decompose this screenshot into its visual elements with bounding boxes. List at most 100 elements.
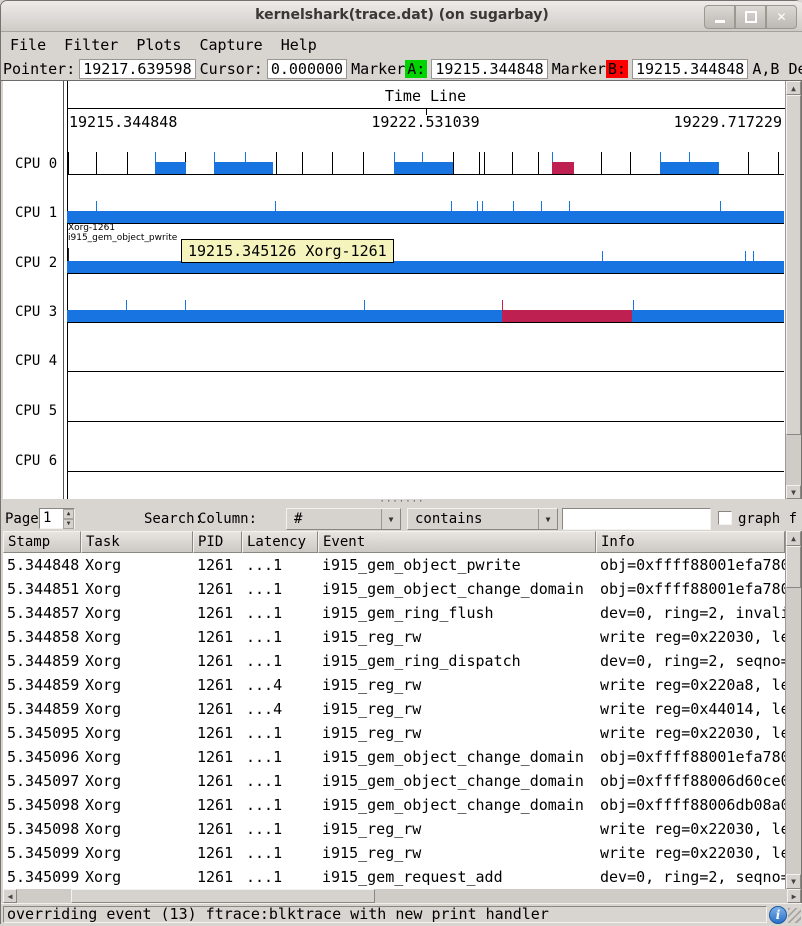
task-bar[interactable]: [660, 162, 719, 174]
task-bar[interactable]: [552, 162, 574, 174]
event-tick[interactable]: [363, 152, 364, 174]
table-row[interactable]: 5.345097Xorg1261...1i915_gem_object_chan…: [3, 769, 785, 793]
scroll-up-arrow-icon[interactable]: ▲: [786, 531, 801, 546]
graph-vscroll-thumb[interactable]: [786, 95, 801, 435]
match-select[interactable]: contains ▼: [407, 508, 558, 530]
event-tick[interactable]: [512, 152, 513, 174]
task-bar[interactable]: [67, 211, 784, 223]
table-row[interactable]: 5.344859Xorg1261...1i915_gem_ring_dispat…: [3, 649, 785, 673]
menu-item-file[interactable]: File: [1, 34, 55, 56]
maximize-button[interactable]: [735, 5, 766, 29]
close-icon: ✕: [776, 10, 786, 24]
event-tick[interactable]: [127, 152, 128, 174]
graph-vscrollbar[interactable]: ▲ ▼: [785, 81, 801, 499]
scroll-right-arrow-icon[interactable]: ▶: [787, 889, 801, 903]
timeline-graph[interactable]: Time Line 19215.344848 19222.531039 1922…: [3, 81, 785, 499]
table-row[interactable]: 5.344857Xorg1261...1i915_gem_ring_flushd…: [3, 601, 785, 625]
scroll-down-arrow-icon[interactable]: ▼: [786, 485, 801, 499]
scroll-left-arrow-icon[interactable]: ◀: [3, 889, 17, 903]
table-row[interactable]: 5.344859Xorg1261...4i915_reg_rwwrite reg…: [3, 673, 785, 697]
search-input[interactable]: [562, 508, 711, 530]
pane-splitter[interactable]: ·······: [1, 499, 802, 507]
scroll-up-arrow-icon[interactable]: ▲: [786, 81, 801, 95]
table-row[interactable]: 5.345099Xorg1261...1i915_gem_request_add…: [3, 865, 785, 889]
column-header-stamp[interactable]: Stamp: [3, 531, 81, 553]
chevron-down-icon[interactable]: ▼: [538, 509, 557, 529]
page-spinner[interactable]: 1 ▲ ▼: [39, 508, 75, 529]
cell-latency: ...1: [242, 817, 318, 841]
status-message: overriding event (13) ftrace:blktrace wi…: [3, 906, 767, 923]
column-header-info[interactable]: Info: [596, 531, 785, 553]
cpu-label: CPU 1: [15, 205, 57, 221]
table-row[interactable]: 5.345096Xorg1261...1i915_gem_object_chan…: [3, 745, 785, 769]
event-tick[interactable]: [302, 152, 303, 174]
window-title: kernelshark(trace.dat) (on sugarbay): [1, 7, 802, 23]
cell-stamp: 5.345096: [3, 745, 81, 769]
column-header-task[interactable]: Task: [81, 531, 193, 553]
cell-task: Xorg: [81, 721, 193, 745]
table-row[interactable]: 5.345099Xorg1261...1i915_reg_rwwrite reg…: [3, 841, 785, 865]
timestamp-right: 19229.717229: [67, 113, 782, 131]
table-row[interactable]: 5.344851Xorg1261...1i915_gem_object_chan…: [3, 577, 785, 601]
cell-task: Xorg: [81, 865, 193, 889]
event-tick[interactable]: [68, 152, 69, 174]
column-select[interactable]: # ▼: [286, 508, 401, 530]
cell-pid: 1261: [193, 841, 242, 865]
table-vscroll-thumb[interactable]: [786, 546, 801, 588]
cell-stamp: 5.345098: [3, 817, 81, 841]
chevron-down-icon[interactable]: ▼: [381, 509, 400, 529]
event-tick[interactable]: [630, 152, 631, 174]
cell-stamp: 5.345097: [3, 769, 81, 793]
menu-item-plots[interactable]: Plots: [127, 34, 190, 56]
scroll-down-arrow-icon[interactable]: ▼: [786, 874, 801, 889]
resize-grip-icon[interactable]: [788, 908, 801, 923]
table-row[interactable]: 5.345098Xorg1261...1i915_reg_rwwrite reg…: [3, 817, 785, 841]
table-row[interactable]: 5.344848Xorg1261...1i915_gem_object_pwri…: [3, 553, 785, 577]
cell-task: Xorg: [81, 553, 193, 577]
event-tick[interactable]: [479, 152, 480, 174]
graph-follows-checkbox[interactable]: [718, 511, 732, 525]
task-bar[interactable]: [214, 162, 273, 174]
table-row[interactable]: 5.344859Xorg1261...4i915_reg_rwwrite reg…: [3, 697, 785, 721]
table-vscrollbar[interactable]: ▲ ▼: [785, 531, 801, 889]
graph-follows-label: graph f: [738, 511, 797, 527]
column-header-event[interactable]: Event: [318, 531, 596, 553]
table-row[interactable]: 5.345095Xorg1261...1i915_reg_rwwrite reg…: [3, 721, 785, 745]
task-bar[interactable]: [502, 310, 632, 322]
page-spinner-arrows[interactable]: ▲ ▼: [63, 509, 74, 528]
task-bar[interactable]: [67, 261, 784, 273]
event-tick[interactable]: [276, 152, 277, 174]
event-tick[interactable]: [748, 152, 749, 174]
spinner-down-icon[interactable]: ▼: [63, 519, 74, 529]
event-tick[interactable]: [778, 152, 779, 174]
column-header-pid[interactable]: PID: [193, 531, 242, 553]
info-icon[interactable]: i: [769, 906, 787, 924]
close-button[interactable]: ✕: [766, 5, 797, 29]
minimize-button[interactable]: [704, 5, 735, 29]
table-row[interactable]: 5.345098Xorg1261...1i915_gem_object_chan…: [3, 793, 785, 817]
cell-stamp: 5.344848: [3, 553, 81, 577]
task-bar[interactable]: [394, 162, 453, 174]
event-tick[interactable]: [484, 152, 485, 174]
event-tick[interactable]: [538, 152, 539, 174]
titlebar[interactable]: kernelshark(trace.dat) (on sugarbay) ✕: [1, 1, 802, 32]
event-tick[interactable]: [453, 152, 454, 174]
menu-item-filter[interactable]: Filter: [55, 34, 127, 56]
menu-item-capture[interactable]: Capture: [190, 34, 271, 56]
menu-item-help[interactable]: Help: [272, 34, 326, 56]
task-bar[interactable]: [67, 310, 784, 322]
task-bar[interactable]: [155, 162, 186, 174]
event-tick[interactable]: [601, 152, 602, 174]
cell-pid: 1261: [193, 793, 242, 817]
table-row[interactable]: 5.344858Xorg1261...1i915_reg_rwwrite reg…: [3, 625, 785, 649]
cell-latency: ...1: [242, 769, 318, 793]
event-tick[interactable]: [96, 152, 97, 174]
table-hscrollbar[interactable]: ◀ ▶: [3, 889, 801, 903]
table-hscroll-thumb[interactable]: [71, 889, 375, 903]
event-tick[interactable]: [332, 152, 333, 174]
column-header-latency[interactable]: Latency: [242, 531, 318, 553]
cell-latency: ...4: [242, 673, 318, 697]
cursor-value: 0.000000: [267, 59, 347, 79]
spinner-up-icon[interactable]: ▲: [63, 509, 74, 519]
match-select-value: contains: [408, 509, 538, 529]
